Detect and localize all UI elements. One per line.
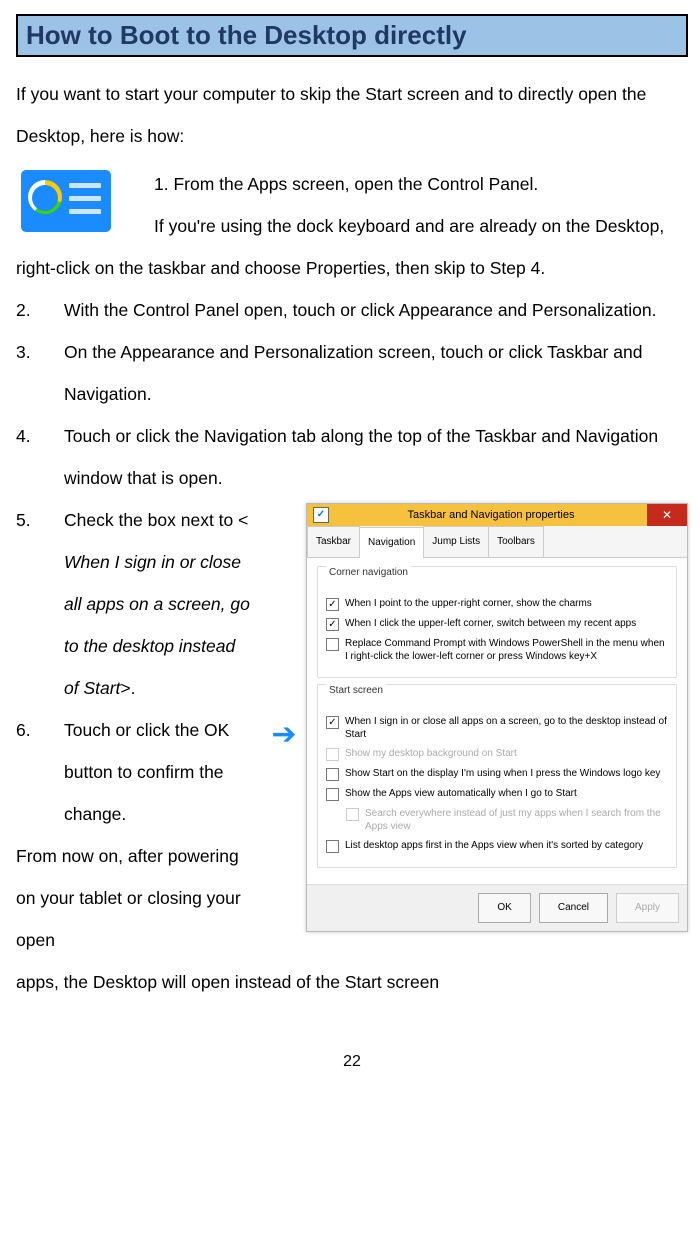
- arrow-icon: ➔: [263, 699, 305, 771]
- page-title: How to Boot to the Desktop directly: [16, 14, 688, 57]
- dialog-title: Taskbar and Navigation properties: [335, 502, 647, 528]
- step4-number: 4.: [16, 415, 64, 499]
- checkbox-apps-view-label: Show the Apps view automatically when I …: [345, 787, 577, 800]
- checkbox-powershell[interactable]: [326, 638, 339, 651]
- apply-button[interactable]: Apply: [616, 893, 679, 923]
- checkbox-search-everywhere-label: Search everywhere instead of just my app…: [365, 807, 668, 833]
- checkbox-list-desktop-first[interactable]: [326, 840, 339, 853]
- step3-text: On the Appearance and Personalization sc…: [64, 331, 688, 415]
- page-number: 22: [16, 1053, 688, 1071]
- checkbox-show-start-display-label: Show Start on the display I'm using when…: [345, 767, 660, 780]
- conclusion-part2: apps, the Desktop will open instead of t…: [16, 961, 688, 1003]
- step1-line1: 1. From the Apps screen, open the Contro…: [16, 163, 688, 205]
- checkbox-bg-start[interactable]: [326, 748, 339, 761]
- close-icon[interactable]: ✕: [647, 504, 687, 526]
- tab-navigation[interactable]: Navigation: [359, 527, 424, 558]
- step2-number: 2.: [16, 289, 64, 331]
- checkbox-search-everywhere: [346, 808, 359, 821]
- step4-text: Touch or click the Navigation tab along …: [64, 415, 688, 499]
- tab-toolbars[interactable]: Toolbars: [488, 526, 544, 557]
- intro-text: If you want to start your computer to sk…: [16, 73, 688, 157]
- tab-taskbar[interactable]: Taskbar: [307, 526, 360, 557]
- checkbox-charms-label: When I point to the upper-right corner, …: [345, 597, 592, 610]
- step6-text: Touch or click the OK button to confirm …: [64, 709, 253, 835]
- checkbox-signin-desktop[interactable]: ✓: [326, 716, 339, 729]
- tab-jumplists[interactable]: Jump Lists: [423, 526, 489, 557]
- checkbox-recent-apps[interactable]: ✓: [326, 618, 339, 631]
- checkbox-signin-desktop-label: When I sign in or close all apps on a sc…: [345, 715, 668, 741]
- control-panel-icon: [16, 163, 116, 238]
- checkbox-bg-start-label: Show my desktop background on Start: [345, 747, 517, 760]
- step5-number: 5.: [16, 499, 64, 709]
- step3-number: 3.: [16, 331, 64, 415]
- group-start-label: Start screen: [326, 679, 386, 703]
- checkbox-powershell-label: Replace Command Prompt with Windows Powe…: [345, 637, 668, 663]
- ok-button[interactable]: OK: [478, 893, 530, 923]
- checkbox-charms[interactable]: ✓: [326, 598, 339, 611]
- step2-text: With the Control Panel open, touch or cl…: [64, 289, 688, 331]
- cancel-button[interactable]: Cancel: [539, 893, 608, 923]
- step1-line2: If you're using the dock keyboard and ar…: [16, 205, 688, 289]
- step6-number: 6.: [16, 709, 64, 835]
- checkbox-show-start-display[interactable]: [326, 768, 339, 781]
- window-system-icon: ✓: [313, 507, 329, 523]
- step5-text: Check the box next to < When I sign in o…: [64, 499, 253, 709]
- properties-dialog: ✓ Taskbar and Navigation properties ✕ Ta…: [306, 503, 688, 932]
- checkbox-list-desktop-first-label: List desktop apps first in the Apps view…: [345, 839, 643, 852]
- checkbox-apps-view[interactable]: [326, 788, 339, 801]
- checkbox-recent-apps-label: When I click the upper-left corner, swit…: [345, 617, 636, 630]
- group-corner-label: Corner navigation: [326, 561, 411, 585]
